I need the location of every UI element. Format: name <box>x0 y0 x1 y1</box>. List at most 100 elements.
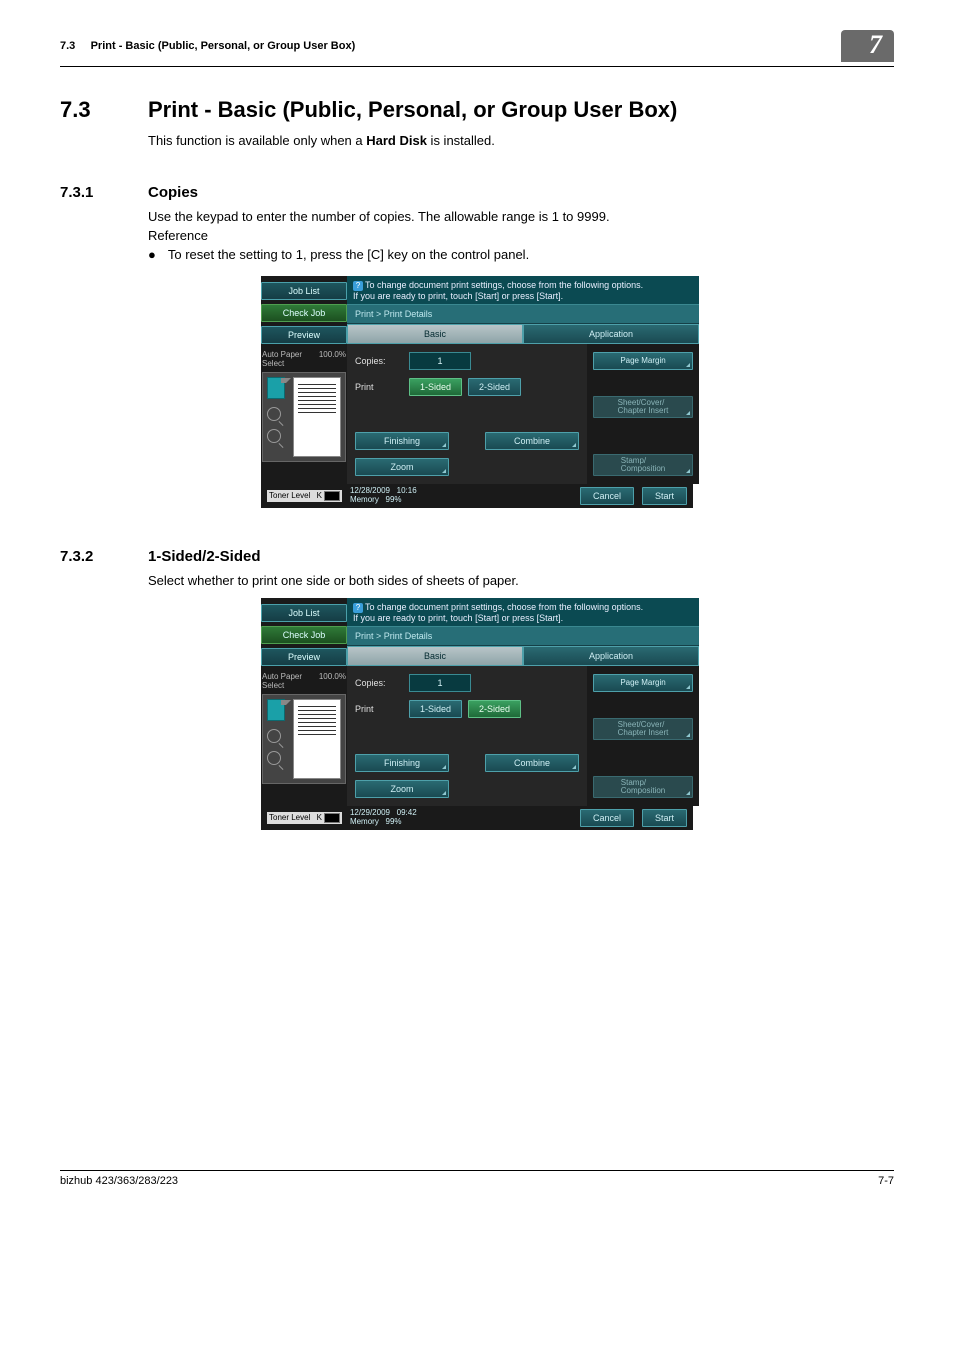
auto-paper-text: Auto Paper Select <box>262 672 319 690</box>
page-preview-icon <box>293 377 341 457</box>
preview-thumbnail <box>262 694 346 784</box>
print-label: Print <box>355 382 403 392</box>
memory-value: 99% <box>386 817 402 826</box>
sheet-cover-button[interactable]: Sheet/Cover/ Chapter Insert <box>593 396 693 418</box>
zoom-in-icon[interactable] <box>267 407 281 421</box>
toner-bar-icon <box>324 491 340 501</box>
heading-1-num: 7.3 <box>60 97 124 123</box>
start-button[interactable]: Start <box>642 809 687 827</box>
copies-label: Copies: <box>355 678 403 688</box>
intro-a: This function is available only when a <box>148 133 366 148</box>
panel1-footer: Toner Level K 12/28/2009 10:16 Memory 99… <box>261 484 693 508</box>
preview-button[interactable]: Preview <box>261 326 347 344</box>
application-settings: Page Margin Sheet/Cover/ Chapter Insert … <box>587 344 699 484</box>
footer-right: 7-7 <box>878 1175 894 1187</box>
control-panel-2: Job List Check Job Preview Auto Paper Se… <box>261 598 693 830</box>
intro-bold: Hard Disk <box>366 133 427 148</box>
job-list-button[interactable]: Job List <box>261 604 347 622</box>
heading-1-title: Print - Basic (Public, Personal, or Grou… <box>148 97 677 123</box>
cancel-button[interactable]: Cancel <box>580 809 634 827</box>
zoom-in-icon[interactable] <box>267 729 281 743</box>
chapter-tab: 7 <box>841 30 894 62</box>
zoom-button[interactable]: Zoom <box>355 780 449 798</box>
tabs-row: Basic Application <box>347 324 699 344</box>
tab-application[interactable]: Application <box>523 324 699 344</box>
check-job-button[interactable]: Check Job <box>261 304 347 322</box>
zoom-out-icon[interactable] <box>267 751 281 765</box>
basic-settings: Copies: 1 Print 1-Sided 2-Sided Finishin… <box>347 344 587 484</box>
header-section-title: Print - Basic (Public, Personal, or Grou… <box>91 40 356 52</box>
auto-paper-label: Auto Paper Select 100.0% <box>262 672 346 690</box>
combine-button[interactable]: Combine <box>485 432 579 450</box>
toner-k-label: K <box>317 813 322 822</box>
panel1-sidebar: Job List Check Job Preview Auto Paper Se… <box>261 276 347 484</box>
control-panel-2-wrap: Job List Check Job Preview Auto Paper Se… <box>60 598 894 830</box>
memory-label: Memory <box>350 495 379 504</box>
breadcrumb: Print > Print Details <box>347 304 699 324</box>
print-label: Print <box>355 704 403 714</box>
heading-1: 7.3 Print - Basic (Public, Personal, or … <box>60 97 894 123</box>
application-settings: Page Margin Sheet/Cover/ Chapter Insert … <box>587 666 699 806</box>
heading-2-num: 7.3.2 <box>60 548 124 565</box>
bullet-text: To reset the setting to 1, press the [C]… <box>168 247 529 262</box>
auto-paper-percent: 100.0% <box>319 350 346 368</box>
copies-value[interactable]: 1 <box>409 352 471 370</box>
copies-label: Copies: <box>355 356 403 366</box>
hint-text: ?To change document print settings, choo… <box>347 276 699 304</box>
toner-label: Toner Level <box>269 491 310 500</box>
hint-line2: If you are ready to print, touch [Start]… <box>353 291 563 301</box>
toner-label: Toner Level <box>269 813 310 822</box>
stamp-composition-button[interactable]: Stamp/ Composition <box>593 454 693 476</box>
page-margin-button[interactable]: Page Margin <box>593 674 693 692</box>
page-preview-icon <box>293 699 341 779</box>
combine-button[interactable]: Combine <box>485 754 579 772</box>
sided-paragraph: Select whether to print one side or both… <box>148 573 894 588</box>
check-job-button[interactable]: Check Job <box>261 626 347 644</box>
copies-paragraph: Use the keypad to enter the number of co… <box>148 209 894 224</box>
twosided-button[interactable]: 2-Sided <box>468 700 521 718</box>
memory-label: Memory <box>350 817 379 826</box>
tab-basic[interactable]: Basic <box>347 324 523 344</box>
bullet-reset: ● To reset the setting to 1, press the [… <box>148 247 894 262</box>
toner-level: Toner Level K <box>267 490 342 502</box>
finishing-button[interactable]: Finishing <box>355 432 449 450</box>
header-section-num: 7.3 <box>60 40 75 52</box>
reference-label: Reference <box>148 228 894 243</box>
tab-basic[interactable]: Basic <box>347 646 523 666</box>
bullet-dot-icon: ● <box>148 247 156 262</box>
hint-text: ?To change document print settings, choo… <box>347 598 699 626</box>
start-button[interactable]: Start <box>642 487 687 505</box>
twosided-button[interactable]: 2-Sided <box>468 378 521 396</box>
auto-paper-percent: 100.0% <box>319 672 346 690</box>
page-margin-button[interactable]: Page Margin <box>593 352 693 370</box>
onesided-button[interactable]: 1-Sided <box>409 378 462 396</box>
zoom-out-icon[interactable] <box>267 429 281 443</box>
time-value: 09:42 <box>397 808 417 817</box>
heading-2-title: 1-Sided/2-Sided <box>148 548 261 565</box>
panel2-main: ?To change document print settings, choo… <box>347 598 699 806</box>
copies-value[interactable]: 1 <box>409 674 471 692</box>
preview-thumbnail <box>262 372 346 462</box>
datetime-block: 12/29/2009 09:42 Memory 99% <box>350 809 417 827</box>
breadcrumb: Print > Print Details <box>347 626 699 646</box>
memory-value: 99% <box>386 495 402 504</box>
footer-left: bizhub 423/363/283/223 <box>60 1175 178 1187</box>
help-icon[interactable]: ? <box>353 603 363 613</box>
help-icon[interactable]: ? <box>353 281 363 291</box>
sheet-cover-button[interactable]: Sheet/Cover/ Chapter Insert <box>593 718 693 740</box>
auto-paper-text: Auto Paper Select <box>262 350 319 368</box>
date-value: 12/29/2009 <box>350 808 390 817</box>
document-icon <box>267 377 285 399</box>
tab-application[interactable]: Application <box>523 646 699 666</box>
panel1-main: ?To change document print settings, choo… <box>347 276 699 484</box>
job-list-button[interactable]: Job List <box>261 282 347 300</box>
hint-line2: If you are ready to print, touch [Start]… <box>353 613 563 623</box>
cancel-button[interactable]: Cancel <box>580 487 634 505</box>
stamp-composition-button[interactable]: Stamp/ Composition <box>593 776 693 798</box>
heading-2-sided: 7.3.2 1-Sided/2-Sided <box>60 548 894 565</box>
hint-line1: To change document print settings, choos… <box>365 280 643 290</box>
onesided-button[interactable]: 1-Sided <box>409 700 462 718</box>
preview-button[interactable]: Preview <box>261 648 347 666</box>
zoom-button[interactable]: Zoom <box>355 458 449 476</box>
finishing-button[interactable]: Finishing <box>355 754 449 772</box>
